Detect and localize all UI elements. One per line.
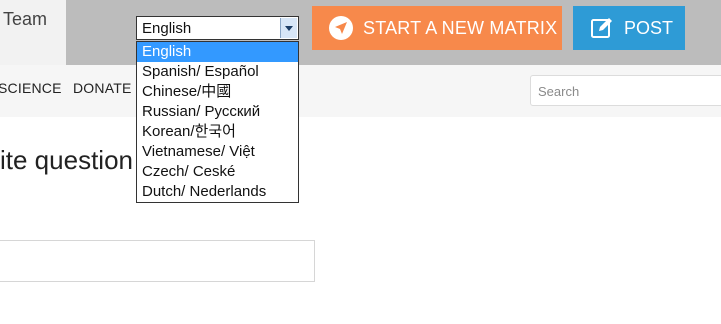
language-select[interactable]: English — [136, 16, 299, 40]
language-option[interactable]: Chinese/中國 — [137, 82, 298, 102]
question-input[interactable] — [0, 240, 315, 282]
language-option[interactable]: Dutch/ Nederlands — [137, 182, 298, 202]
navigation-arrow-icon — [329, 16, 353, 40]
language-option[interactable]: Korean/한국어 — [137, 122, 298, 142]
language-option[interactable]: English — [137, 42, 298, 62]
search-input[interactable]: Search — [530, 75, 721, 106]
language-option[interactable]: Vietnamese/ Việt — [137, 142, 298, 162]
language-dropdown-list: English Spanish/ Español Chinese/中國 Russian… — [136, 41, 299, 203]
post-label: POST — [624, 18, 674, 38]
language-select-value: English — [142, 20, 192, 37]
nav-item-donate[interactable]: DONATE — [73, 80, 132, 96]
language-option[interactable]: Czech/ Ceské — [137, 162, 298, 182]
post-button[interactable]: POST — [573, 6, 685, 50]
language-option[interactable]: Spanish/ Español — [137, 62, 298, 82]
brand-tab[interactable]: Team — [0, 0, 66, 65]
start-new-matrix-button[interactable]: START A NEW MATRIX — [312, 6, 562, 50]
start-new-matrix-label: START A NEW MATRIX — [363, 18, 558, 38]
search-placeholder: Search — [538, 84, 580, 99]
nav-item-science[interactable]: SCIENCE — [0, 80, 62, 96]
top-bar: Team English START A NEW MATRIX POST — [0, 0, 721, 65]
page-heading: ite question — [0, 145, 133, 175]
brand-text: Team — [3, 9, 48, 29]
edit-icon — [590, 16, 614, 40]
chevron-down-icon[interactable] — [280, 18, 297, 38]
language-option[interactable]: Russian/ Русский — [137, 102, 298, 122]
